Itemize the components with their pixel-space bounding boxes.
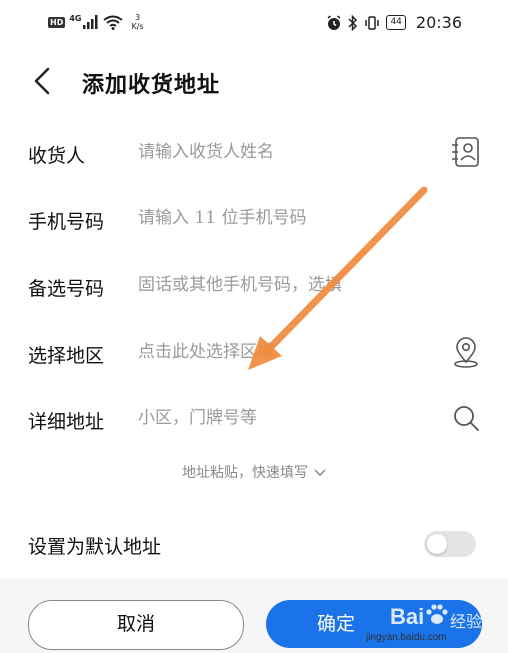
signal-icon [83,15,98,29]
paste-address-link[interactable]: 地址粘贴，快速填写 [0,462,508,482]
phone-label: 手机号码 [28,211,105,233]
default-address-toggle[interactable] [424,531,476,557]
chevron-down-icon [314,469,326,477]
default-address-row: 设置为默认地址 [0,520,508,570]
alt-phone-input[interactable] [138,268,428,302]
vibrate-icon [365,15,380,30]
address-search-button[interactable] [450,401,482,435]
region-label: 选择地区 [28,345,105,367]
alarm-icon [327,14,341,30]
status-left: HD 4G 3 K/s [48,13,144,31]
status-right: 44 20:36 [326,13,462,32]
paste-address-text: 地址粘贴，快速填写 [182,465,308,481]
contact-book-icon [452,137,479,167]
receiver-row: 收货人 [0,125,508,185]
network-type: 4G [69,13,82,23]
watermark-url: jingyan.baidu.com [366,632,447,643]
alt-phone-row: 备选号码 [0,258,508,318]
location-pin-icon [454,337,478,368]
address-label: 详细地址 [28,411,105,433]
receiver-input[interactable] [138,135,428,169]
cancel-button[interactable]: 取消 [28,600,244,650]
locate-button[interactable] [450,335,482,369]
page-title: 添加收货地址 [82,73,221,98]
default-address-label: 设置为默认地址 [28,536,162,558]
watermark-suffix: 经验 [450,612,483,631]
watermark-brand: Bai [390,604,425,629]
network-speed: 3 K/s [131,13,143,31]
chevron-left-icon [34,67,50,95]
receiver-label: 收货人 [28,145,86,167]
speed-value: 3 [134,13,141,22]
hd-badge: HD [48,16,66,28]
address-input[interactable] [138,401,428,435]
phone-input[interactable] [138,201,428,235]
baidu-watermark: Bai 经验 jingyan.baidu.com [360,592,500,650]
wifi-icon [103,15,124,30]
phone-row: 手机号码 [0,191,508,251]
bluetooth-icon [348,14,358,31]
confirm-label: 确定 [316,613,355,635]
speed-unit: K/s [131,22,144,31]
region-input[interactable] [138,335,428,369]
header: 添加收货地址 [0,55,508,110]
back-button[interactable] [26,63,62,99]
contacts-button[interactable] [450,135,482,169]
region-row[interactable]: 选择地区 [0,325,508,385]
search-icon [454,406,479,431]
battery-icon: 44 [386,15,406,30]
paw-icon [426,604,448,624]
toggle-knob [427,534,447,554]
clock: 20:36 [415,13,462,32]
status-bar: HD 4G 3 K/s 44 20:36 [0,0,508,50]
alt-phone-label: 备选号码 [28,278,105,300]
address-row: 详细地址 [0,391,508,451]
